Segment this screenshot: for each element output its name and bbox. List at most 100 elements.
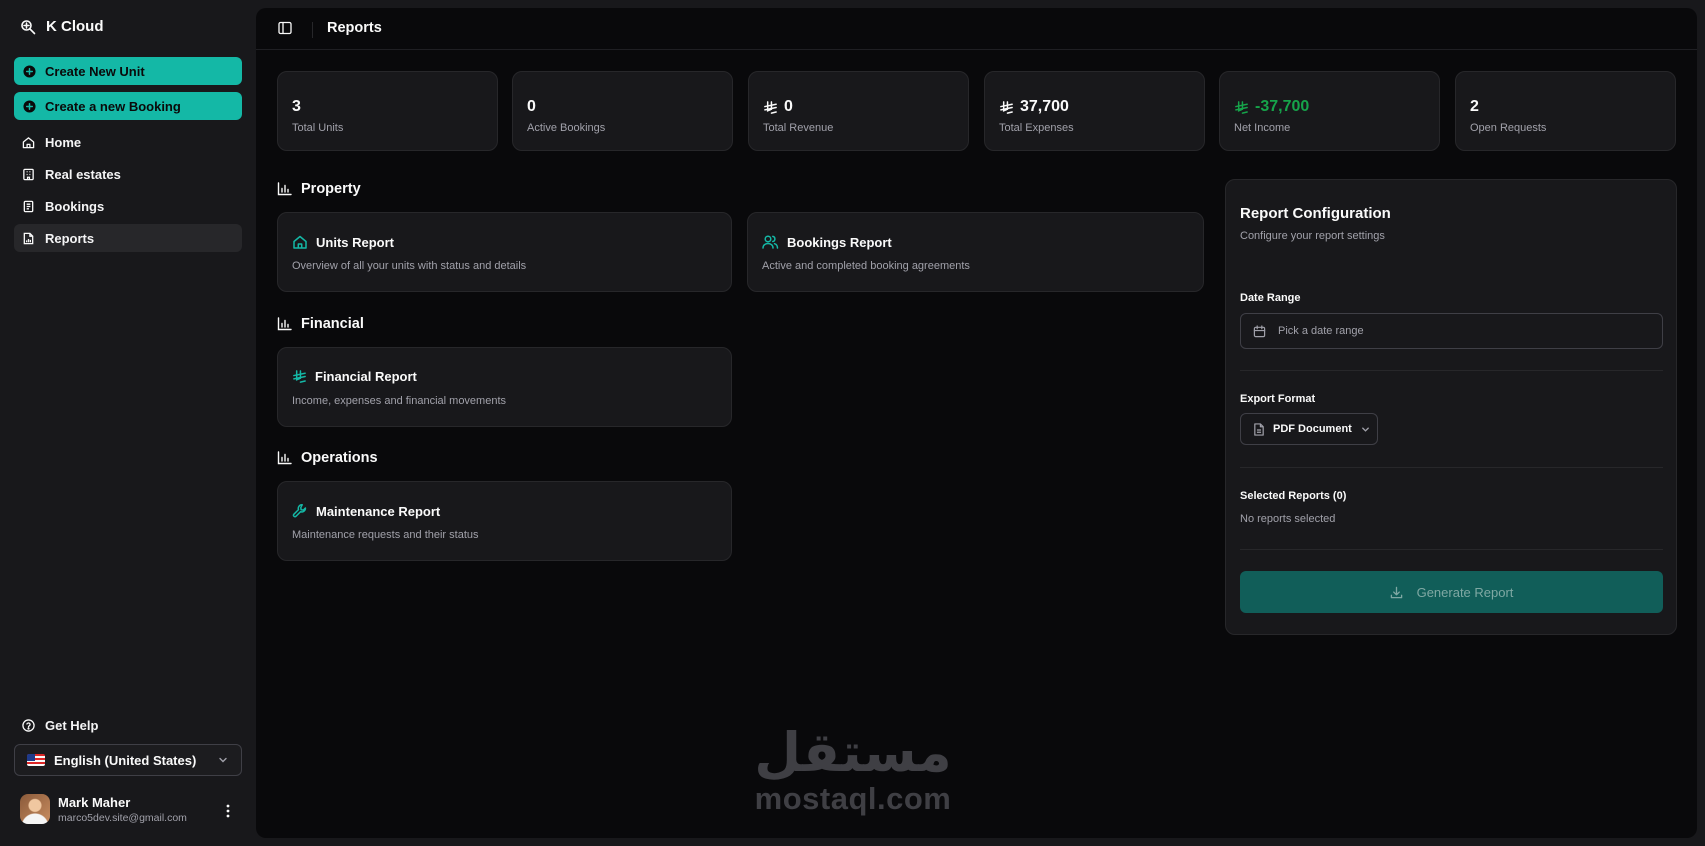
section-property: Property [277, 181, 361, 197]
section-title: Financial [301, 316, 364, 332]
house-icon [22, 136, 35, 149]
book-icon [22, 200, 35, 213]
sidebar-item-label: Reports [45, 230, 95, 246]
sidebar-item-label: Real estates [45, 166, 121, 182]
riyal-icon [999, 100, 1014, 115]
stat-label: Active Bookings [527, 122, 606, 134]
riyal-icon [292, 369, 307, 384]
watermark: مستقل mostaql.com [748, 724, 958, 816]
bar-chart-icon [277, 317, 292, 331]
brand[interactable]: K Cloud [20, 18, 104, 35]
maintenance-report-card[interactable]: Maintenance Report Maintenance requests … [277, 481, 732, 561]
create-booking-label: Create a new Booking [45, 98, 181, 114]
bar-chart-icon [277, 182, 292, 196]
section-financial: Financial [277, 316, 364, 332]
generate-report-button[interactable]: Generate Report [1240, 571, 1663, 613]
file-icon [1253, 422, 1265, 436]
sidebar-item-label: Home [45, 134, 82, 150]
divider [1240, 467, 1663, 468]
stat-card-total-expenses: 37,700 Total Expenses [984, 71, 1205, 151]
wrench-icon [292, 503, 308, 519]
watermark-latin: mostaql.com [754, 781, 952, 816]
sidebar-item-reports[interactable]: Reports [14, 224, 242, 252]
download-icon [1390, 586, 1403, 599]
divider [1240, 549, 1663, 550]
section-operations: Operations [277, 450, 378, 466]
card-description: Income, expenses and financial movements [292, 395, 507, 407]
sidebar: K Cloud Create New Unit Create a new Boo… [0, 0, 256, 846]
selected-reports-empty: No reports selected [1240, 513, 1336, 525]
section-title: Operations [301, 450, 378, 466]
house-icon [292, 234, 308, 250]
stat-label: Total Expenses [999, 122, 1074, 134]
card-description: Maintenance requests and their status [292, 529, 479, 541]
report-configuration-panel: Report Configuration Configure your repo… [1225, 179, 1677, 635]
us-flag-icon [27, 754, 45, 766]
plus-circle-icon [23, 64, 36, 78]
stat-label: Open Requests [1470, 122, 1547, 134]
stat-label: Net Income [1234, 122, 1291, 134]
card-description: Overview of all your units with status a… [292, 260, 527, 272]
riyal-icon [763, 100, 778, 115]
topbar-divider [312, 22, 313, 38]
sidebar-item-real-estates[interactable]: Real estates [14, 160, 242, 188]
get-help-link[interactable]: Get Help [14, 711, 242, 739]
main-panel: Reports 3 Total Units 0 Active Bookings … [256, 8, 1697, 838]
card-description: Active and completed booking agreements [762, 260, 970, 272]
calendar-icon [1253, 324, 1266, 338]
card-title: Bookings Report [762, 234, 892, 250]
card-title: Maintenance Report [292, 503, 440, 519]
user-email: marco5dev.site@gmail.com [58, 811, 187, 824]
bar-chart-icon [277, 451, 292, 465]
stat-card-total-units: 3 Total Units [277, 71, 498, 151]
create-unit-button[interactable]: Create New Unit [14, 57, 242, 85]
stat-value: 0 [527, 98, 536, 115]
export-format-value: PDF Document [1273, 423, 1352, 435]
watermark-arabic: مستقل [754, 721, 952, 784]
units-report-card[interactable]: Units Report Overview of all your units … [277, 212, 732, 292]
language-label: English (United States) [54, 752, 197, 768]
date-range-label: Date Range [1240, 292, 1301, 304]
create-booking-button[interactable]: Create a new Booking [14, 92, 242, 120]
avatar [20, 794, 50, 824]
stat-label: Total Revenue [763, 122, 834, 134]
user-profile[interactable]: Mark Maher marco5dev.site@gmail.com [20, 794, 187, 824]
stat-card-total-revenue: 0 Total Revenue [748, 71, 969, 151]
date-range-placeholder: Pick a date range [1278, 325, 1364, 337]
stat-card-active-bookings: 0 Active Bookings [512, 71, 733, 151]
stat-value: 37,700 [999, 98, 1069, 116]
stat-value: -37,700 [1234, 98, 1309, 116]
users-icon [762, 234, 779, 250]
selected-reports-label: Selected Reports (0) [1240, 490, 1347, 502]
sidebar-item-bookings[interactable]: Bookings [14, 192, 242, 220]
stat-value: 3 [292, 98, 301, 115]
chevron-down-icon [1360, 424, 1371, 435]
date-range-picker[interactable]: Pick a date range [1240, 313, 1663, 349]
sidebar-item-home[interactable]: Home [14, 128, 242, 156]
sidebar-item-label: Bookings [45, 198, 105, 214]
building-icon [22, 168, 35, 181]
stat-label: Total Units [292, 122, 344, 134]
divider [1240, 370, 1663, 371]
generate-report-label: Generate Report [1416, 584, 1514, 600]
sidebar-toggle-icon[interactable] [278, 21, 292, 35]
export-format-label: Export Format [1240, 393, 1316, 405]
report-icon [22, 232, 35, 245]
financial-report-card[interactable]: Financial Report Income, expenses and fi… [277, 347, 732, 427]
bookings-report-card[interactable]: Bookings Report Active and completed boo… [747, 212, 1204, 292]
config-subtitle: Configure your report settings [1240, 230, 1385, 242]
page-title: Reports [327, 20, 382, 36]
topbar: Reports [256, 8, 1697, 50]
language-select[interactable]: English (United States) [14, 744, 242, 776]
stat-value: 2 [1470, 98, 1479, 115]
stat-card-net-income: -37,700 Net Income [1219, 71, 1440, 151]
export-format-select[interactable]: PDF Document [1240, 413, 1378, 445]
more-vertical-icon[interactable] [226, 804, 230, 818]
stat-card-open-requests: 2 Open Requests [1455, 71, 1676, 151]
section-title: Property [301, 181, 361, 197]
stat-value: 0 [763, 98, 793, 116]
brand-name: K Cloud [46, 18, 104, 35]
get-help-label: Get Help [45, 717, 99, 733]
riyal-icon [1234, 100, 1249, 115]
card-title: Units Report [292, 234, 394, 250]
